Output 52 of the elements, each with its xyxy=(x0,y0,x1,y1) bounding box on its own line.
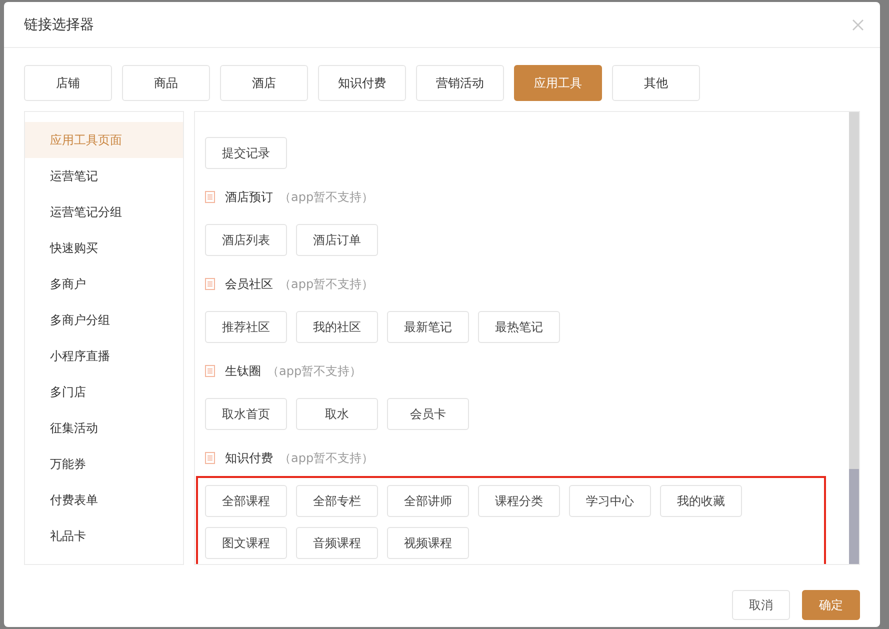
category-tab[interactable]: 营销活动 xyxy=(416,65,504,101)
section-note: （app暂不支持） xyxy=(267,362,362,380)
link-button[interactable]: 推荐社区 xyxy=(205,311,287,343)
sidebar-item[interactable]: 万能券 xyxy=(25,446,183,482)
category-tab[interactable]: 商品 xyxy=(122,65,210,101)
document-icon xyxy=(205,278,215,290)
dialog-title: 链接选择器 xyxy=(24,16,94,34)
sidebar-item[interactable]: 运营笔记分组 xyxy=(25,194,183,230)
link-button[interactable]: 取水 xyxy=(296,398,378,430)
category-tab[interactable]: 其他 xyxy=(612,65,700,101)
link-button[interactable]: 最新笔记 xyxy=(387,311,469,343)
link-button[interactable]: 最热笔记 xyxy=(478,311,560,343)
section-note: （app暂不支持） xyxy=(279,276,374,292)
link-button[interactable]: 酒店列表 xyxy=(205,224,287,256)
link-button[interactable]: 全部讲师 xyxy=(387,485,469,517)
link-button[interactable]: 课程分类 xyxy=(478,485,560,517)
sidebar-item[interactable]: 多商户分组 xyxy=(25,302,183,338)
sidebar-item[interactable]: 多商户 xyxy=(25,266,183,302)
document-icon xyxy=(205,452,215,464)
sidebar-item[interactable]: 多门店 xyxy=(25,374,183,410)
link-button[interactable]: 音频课程 xyxy=(296,527,378,559)
link-button[interactable]: 提交记录 xyxy=(205,137,287,169)
category-tab[interactable]: 知识付费 xyxy=(318,65,406,101)
document-icon xyxy=(205,365,215,377)
section-note: （app暂不支持） xyxy=(279,188,374,206)
document-icon xyxy=(205,191,215,203)
scrollbar[interactable] xyxy=(849,112,859,564)
sidebar-item[interactable]: 付费表单 xyxy=(25,482,183,518)
cancel-button[interactable]: 取消 xyxy=(732,590,790,620)
link-button[interactable]: 会员卡 xyxy=(387,398,469,430)
link-button[interactable]: 酒店订单 xyxy=(296,224,378,256)
sidebar-item[interactable]: 快速购买 xyxy=(25,230,183,266)
close-icon[interactable] xyxy=(852,18,864,30)
sidebar-item[interactable]: 礼品卡 xyxy=(25,518,183,554)
link-button[interactable]: 全部专栏 xyxy=(296,485,378,517)
category-tab[interactable]: 酒店 xyxy=(220,65,308,101)
link-button[interactable]: 全部课程 xyxy=(205,485,287,517)
link-button[interactable]: 视频课程 xyxy=(387,527,469,559)
section-note: （app暂不支持） xyxy=(279,450,374,466)
link-button[interactable]: 学习中心 xyxy=(569,485,651,517)
link-button[interactable]: 我的收藏 xyxy=(660,485,742,517)
link-button[interactable]: 我的社区 xyxy=(296,311,378,343)
section-title: 会员社区 xyxy=(225,276,273,292)
section-title: 生钛圈 xyxy=(225,362,261,380)
link-button[interactable]: 取水首页 xyxy=(205,398,287,430)
sidebar-item[interactable]: 运营笔记 xyxy=(25,158,183,194)
category-tab[interactable]: 店铺 xyxy=(24,65,112,101)
section-title: 酒店预订 xyxy=(225,188,273,206)
sidebar-item[interactable]: 征集活动 xyxy=(25,410,183,446)
link-button[interactable]: 图文课程 xyxy=(205,527,287,559)
sidebar-item[interactable]: 小程序直播 xyxy=(25,338,183,374)
section-title: 知识付费 xyxy=(225,450,273,466)
